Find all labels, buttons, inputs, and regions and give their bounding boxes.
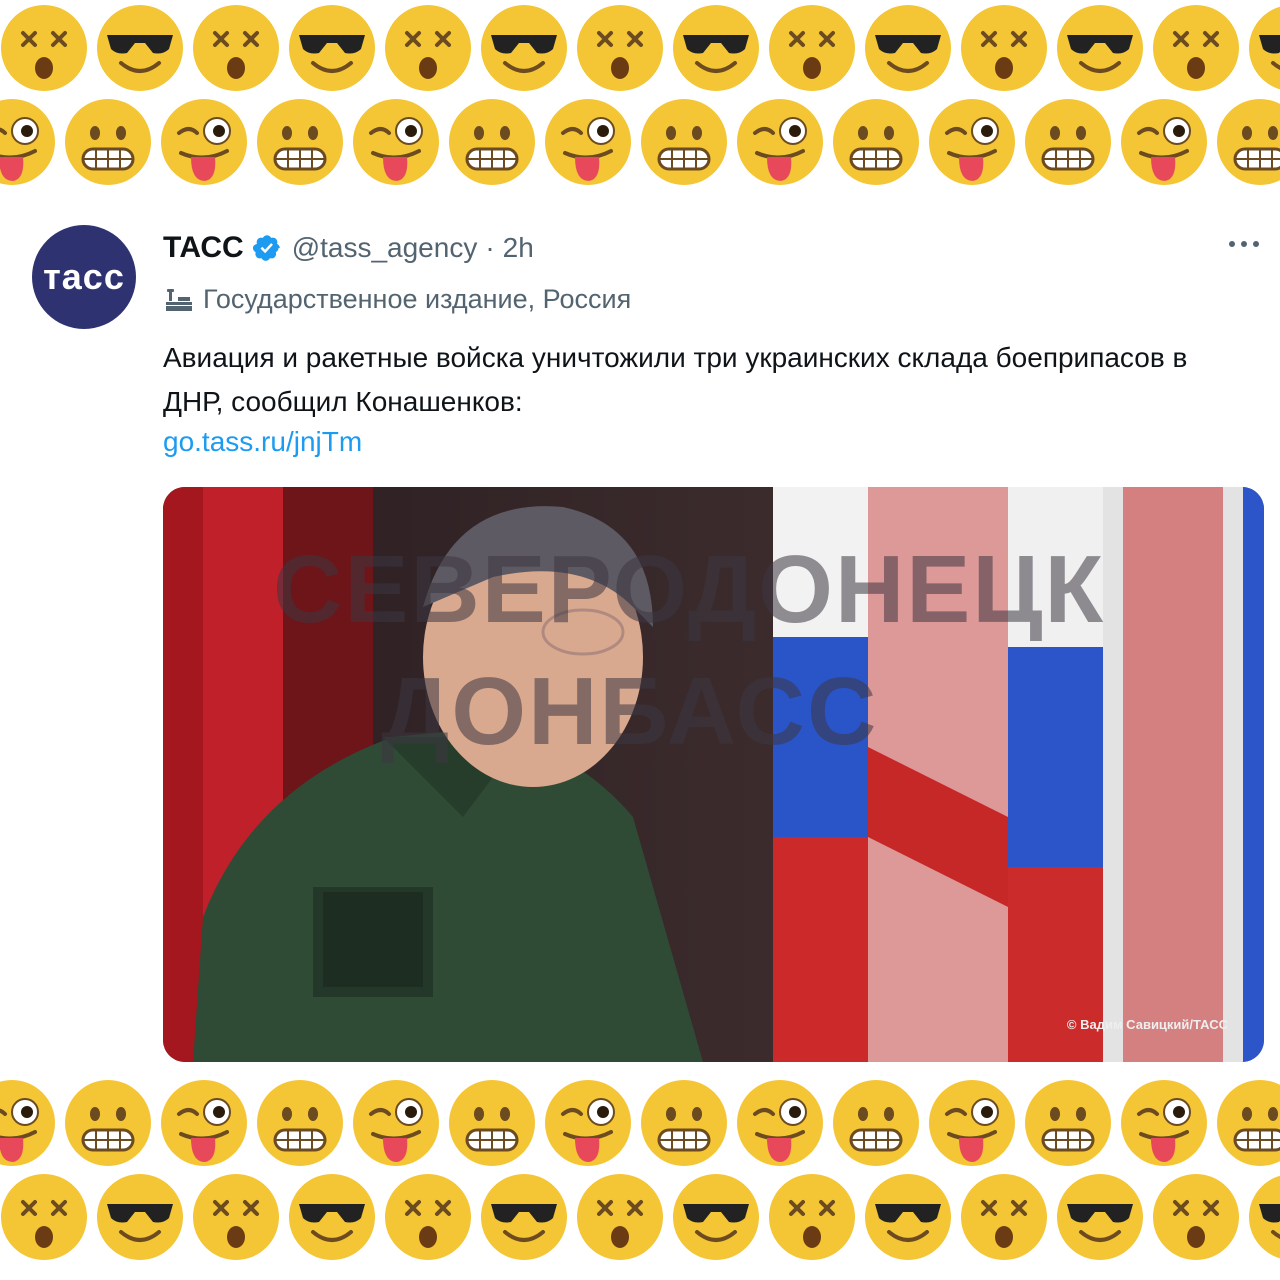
sunglasses-face-emoji-icon — [1249, 5, 1280, 91]
grimacing-face-emoji-icon — [641, 1080, 727, 1166]
winking-tongue-face-emoji-icon — [737, 99, 823, 185]
winking-tongue-face-emoji-icon — [929, 1080, 1015, 1166]
grimacing-face-emoji-icon — [449, 99, 535, 185]
dizzy-face-emoji-icon — [961, 1174, 1047, 1260]
dizzy-face-emoji-icon — [769, 1174, 855, 1260]
winking-tongue-face-emoji-icon — [161, 1080, 247, 1166]
avatar-logo-text: тасс — [43, 256, 125, 297]
watermark: СЕВЕРОДОНЕЦК ДОНБАСС — [163, 487, 1264, 1062]
emoji-row — [0, 3, 1280, 99]
state-media-label[interactable]: Государственное издание, Россия — [163, 281, 631, 317]
winking-tongue-face-emoji-icon — [353, 1080, 439, 1166]
author-name[interactable]: ТАСС — [163, 231, 244, 265]
grimacing-face-emoji-icon — [833, 99, 919, 185]
tweet-link[interactable]: go.tass.ru/jnjTm — [163, 420, 362, 464]
grimacing-face-emoji-icon — [1217, 99, 1280, 185]
dizzy-face-emoji-icon — [577, 1174, 663, 1260]
tweet-text: Авиация и ракетные войска уничтожили три… — [163, 342, 1188, 417]
grimacing-face-emoji-icon — [833, 1080, 919, 1166]
photo-credit: © Вадим Савицкий/ТАСС — [1066, 1017, 1228, 1032]
winking-tongue-face-emoji-icon — [545, 99, 631, 185]
winking-tongue-face-emoji-icon — [1121, 99, 1207, 185]
sunglasses-face-emoji-icon — [1057, 1174, 1143, 1260]
sunglasses-face-emoji-icon — [97, 1174, 183, 1260]
dizzy-face-emoji-icon — [1, 1174, 87, 1260]
emoji-row — [0, 1078, 1280, 1174]
emoji-row — [0, 1172, 1280, 1268]
sunglasses-face-emoji-icon — [1057, 5, 1143, 91]
watermark-line-1: СЕВЕРОДОНЕЦК — [273, 536, 1106, 643]
winking-tongue-face-emoji-icon — [1121, 1080, 1207, 1166]
grimacing-face-emoji-icon — [1217, 1080, 1280, 1166]
dizzy-face-emoji-icon — [1, 5, 87, 91]
dizzy-face-emoji-icon — [769, 5, 855, 91]
sunglasses-face-emoji-icon — [1249, 1174, 1280, 1260]
dizzy-face-emoji-icon — [193, 5, 279, 91]
grimacing-face-emoji-icon — [1025, 99, 1111, 185]
winking-tongue-face-emoji-icon — [929, 99, 1015, 185]
author-handle[interactable]: @tass_agency — [292, 232, 478, 264]
grimacing-face-emoji-icon — [257, 1080, 343, 1166]
sunglasses-face-emoji-icon — [289, 5, 375, 91]
sunglasses-face-emoji-icon — [673, 5, 759, 91]
tweet-header: ТАСС @tass_agency · 2h — [163, 228, 534, 268]
grimacing-face-emoji-icon — [65, 99, 151, 185]
grimacing-face-emoji-icon — [1025, 1080, 1111, 1166]
grimacing-face-emoji-icon — [641, 99, 727, 185]
tweet-image[interactable]: СЕВЕРОДОНЕЦК ДОНБАСС © Вадим Савицкий/ТА… — [163, 487, 1264, 1062]
sunglasses-face-emoji-icon — [481, 5, 567, 91]
sunglasses-face-emoji-icon — [673, 1174, 759, 1260]
emoji-border-top — [0, 0, 1280, 195]
winking-tongue-face-emoji-icon — [0, 99, 55, 185]
sunglasses-face-emoji-icon — [289, 1174, 375, 1260]
dizzy-face-emoji-icon — [1153, 5, 1239, 91]
emoji-row — [0, 97, 1280, 193]
watermark-line-2: ДОНБАСС — [381, 658, 879, 765]
separator-dot: · — [485, 232, 495, 263]
state-media-label-text: Государственное издание, Россия — [203, 283, 632, 314]
sunglasses-face-emoji-icon — [865, 5, 951, 91]
winking-tongue-face-emoji-icon — [545, 1080, 631, 1166]
more-options-icon[interactable] — [1226, 234, 1262, 254]
winking-tongue-face-emoji-icon — [0, 1080, 55, 1166]
grimacing-face-emoji-icon — [449, 1080, 535, 1166]
sunglasses-face-emoji-icon — [97, 5, 183, 91]
podium-icon — [166, 289, 192, 311]
emoji-border-bottom — [0, 1075, 1280, 1280]
dizzy-face-emoji-icon — [577, 5, 663, 91]
winking-tongue-face-emoji-icon — [353, 99, 439, 185]
tweet-timestamp[interactable]: 2h — [503, 232, 534, 264]
verified-badge-icon — [252, 235, 280, 261]
avatar[interactable]: тасс — [32, 225, 136, 329]
dizzy-face-emoji-icon — [385, 5, 471, 91]
dizzy-face-emoji-icon — [385, 1174, 471, 1260]
dizzy-face-emoji-icon — [961, 5, 1047, 91]
grimacing-face-emoji-icon — [65, 1080, 151, 1166]
winking-tongue-face-emoji-icon — [161, 99, 247, 185]
dizzy-face-emoji-icon — [193, 1174, 279, 1260]
sunglasses-face-emoji-icon — [865, 1174, 951, 1260]
sunglasses-face-emoji-icon — [481, 1174, 567, 1260]
dizzy-face-emoji-icon — [1153, 1174, 1239, 1260]
winking-tongue-face-emoji-icon — [737, 1080, 823, 1166]
grimacing-face-emoji-icon — [257, 99, 343, 185]
